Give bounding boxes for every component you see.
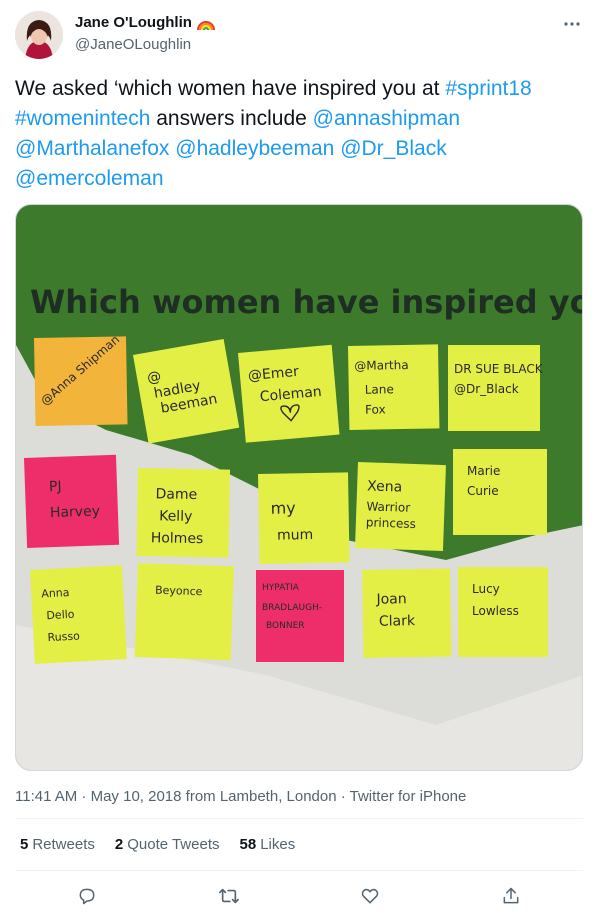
sticky-note: @ hadley beeman bbox=[133, 339, 240, 444]
retweet-icon[interactable] bbox=[213, 880, 245, 912]
author-avatar[interactable] bbox=[15, 11, 63, 59]
rainbow-icon bbox=[196, 15, 216, 31]
sticky-note: Marie Curie bbox=[453, 449, 547, 535]
svg-text:HYPATIA: HYPATIA bbox=[262, 583, 300, 593]
svg-text:Anna: Anna bbox=[41, 586, 70, 600]
sticky-note: my mum bbox=[258, 472, 350, 564]
svg-text:Beyonce: Beyonce bbox=[155, 584, 203, 599]
divider bbox=[15, 870, 583, 871]
share-icon[interactable] bbox=[495, 880, 527, 912]
sticky-note: PJ Harvey bbox=[24, 454, 120, 548]
retweets-label: Retweets bbox=[32, 836, 95, 853]
svg-text:Lucy: Lucy bbox=[472, 582, 500, 596]
quote-tweets-stat[interactable]: 2 Quote Tweets bbox=[115, 836, 220, 853]
svg-text:BONNER: BONNER bbox=[266, 621, 305, 631]
svg-text:Dello: Dello bbox=[46, 608, 75, 622]
svg-text:Russo: Russo bbox=[47, 629, 80, 644]
sticky-note: Anna Dello Russo bbox=[30, 565, 127, 664]
hashtag-link[interactable]: #sprint18 bbox=[445, 77, 531, 100]
reply-icon[interactable] bbox=[71, 880, 103, 912]
likes-count: 58 bbox=[239, 836, 257, 853]
svg-text:PJ: PJ bbox=[49, 479, 62, 495]
svg-text:@Martha: @Martha bbox=[354, 358, 409, 373]
svg-text:DR SUE BLACK: DR SUE BLACK bbox=[454, 362, 544, 376]
sticky-note: Xena Warrior princess bbox=[354, 462, 446, 552]
svg-text:Lowless: Lowless bbox=[472, 604, 519, 618]
author-handle[interactable]: @JaneOLoughlin bbox=[75, 36, 191, 53]
mention-link[interactable]: @emercoleman bbox=[15, 167, 164, 190]
author-display-name[interactable]: Jane O'Loughlin bbox=[75, 14, 192, 31]
sticky-note: Joan Clark bbox=[362, 568, 452, 658]
tweet-text-segment: We asked ‘which women have inspired you … bbox=[15, 77, 446, 100]
quote-tweets-label: Quote Tweets bbox=[127, 836, 220, 853]
sticky-note: Dame Kelly Holmes bbox=[136, 467, 230, 558]
sticky-note: Beyonce bbox=[134, 563, 234, 661]
svg-text:Harvey: Harvey bbox=[50, 503, 101, 521]
retweets-stat[interactable]: 5 Retweets bbox=[20, 836, 95, 853]
svg-text:Lane: Lane bbox=[365, 382, 394, 397]
tweet-text: We asked ‘which women have inspired you … bbox=[15, 74, 580, 194]
svg-text:Warrior: Warrior bbox=[366, 499, 410, 515]
svg-text:Joan: Joan bbox=[375, 591, 406, 608]
likes-label: Likes bbox=[260, 836, 296, 853]
sticky-note: @Anna Shipman bbox=[34, 332, 128, 426]
svg-text:princess: princess bbox=[366, 515, 416, 531]
retweets-count: 5 bbox=[20, 836, 29, 853]
hashtag-link[interactable]: #womenintech bbox=[15, 107, 150, 130]
photo-heading: Which women have inspired you bbox=[30, 283, 583, 321]
tweet-photo[interactable]: Which women have inspired you @Anna Ship… bbox=[15, 204, 583, 771]
likes-stat[interactable]: 58 Likes bbox=[240, 836, 296, 853]
tweet-action-bar bbox=[0, 880, 598, 912]
sticky-note: @Martha Lane Fox bbox=[348, 344, 440, 430]
engagement-stats: 5 Retweets 2 Quote Tweets 58 Likes bbox=[20, 836, 295, 853]
svg-text:Kelly: Kelly bbox=[159, 508, 192, 525]
sticky-note: DR SUE BLACK @Dr_Black bbox=[448, 345, 544, 431]
svg-text:@Dr_Black: @Dr_Black bbox=[454, 382, 519, 396]
svg-text:Clark: Clark bbox=[379, 613, 416, 630]
svg-text:Holmes: Holmes bbox=[151, 530, 204, 547]
mention-link[interactable]: @hadleybeeman bbox=[175, 137, 334, 160]
mention-link[interactable]: @Dr_Black bbox=[340, 137, 447, 160]
svg-text:mum: mum bbox=[277, 527, 313, 544]
mention-link[interactable]: @Marthalanefox bbox=[15, 137, 169, 160]
tweet-text-segment: answers include bbox=[150, 107, 313, 130]
mention-link[interactable]: @annashipman bbox=[313, 107, 460, 130]
sticky-note: HYPATIA BRADLAUGH- BONNER bbox=[256, 570, 344, 662]
sticky-note: @Emer Coleman bbox=[238, 344, 340, 443]
quote-tweets-count: 2 bbox=[114, 836, 124, 853]
svg-text:BRADLAUGH-: BRADLAUGH- bbox=[262, 603, 322, 613]
svg-text:Dame: Dame bbox=[155, 486, 197, 503]
more-options-icon[interactable] bbox=[560, 12, 584, 36]
tweet-timestamp[interactable]: 11:41 AM · May 10, 2018 from Lambeth, Lo… bbox=[15, 788, 466, 805]
like-icon[interactable] bbox=[354, 880, 386, 912]
svg-text:Fox: Fox bbox=[365, 402, 386, 416]
svg-text:Marie: Marie bbox=[467, 464, 500, 478]
sticky-note: Lucy Lowless bbox=[458, 567, 548, 657]
svg-text:Curie: Curie bbox=[467, 484, 499, 498]
svg-text:my: my bbox=[270, 498, 295, 517]
svg-text:Xena: Xena bbox=[367, 478, 403, 495]
divider bbox=[15, 818, 583, 819]
